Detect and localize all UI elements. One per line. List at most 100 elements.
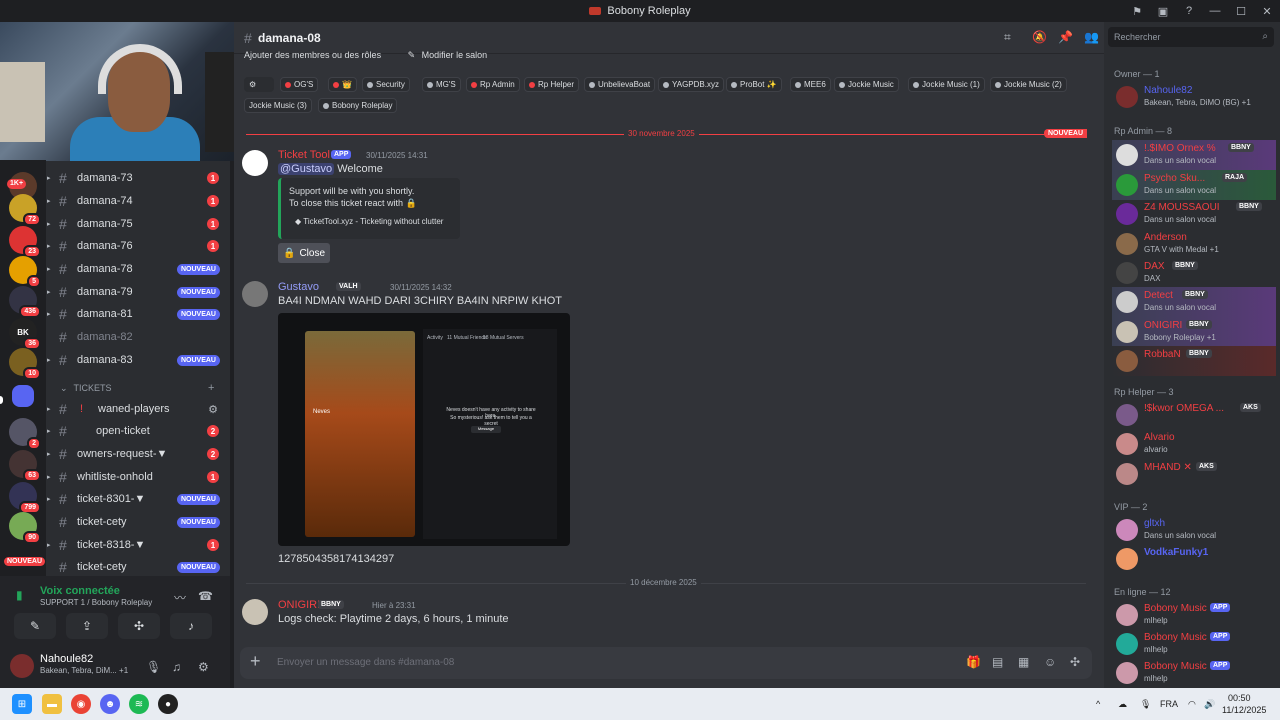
channel-item[interactable]: ▸ # damana-79 NOUVEAU [46,281,230,303]
channel-item[interactable]: # damana-82 [46,326,230,348]
search-icon[interactable]: ⌕ [1262,31,1268,42]
obs-icon[interactable]: ● [158,694,178,714]
role-chip[interactable]: UnbelievaBoat [584,77,656,92]
pin-icon[interactable]: 📌 [1058,30,1073,44]
server-icon[interactable]: 5 [9,256,41,288]
member-item[interactable]: Bobony Music APP mlhelp [1112,658,1276,688]
category-tickets[interactable]: ⌄ TICKETS + [60,382,214,394]
channel-item[interactable]: ▸ # damana-75 1 [46,213,230,235]
search-input[interactable]: Rechercher ⌕ [1108,27,1274,47]
chevron-up-icon[interactable]: ^ [1096,699,1100,709]
server-icon[interactable]: 23 [9,226,41,258]
channel-item[interactable]: ▸ # damana-76 1 [46,235,230,257]
disconnect-icon[interactable]: ☎ [198,589,213,603]
wifi-icon[interactable]: ◠ [1188,699,1196,710]
language-indicator[interactable]: FRA [1160,699,1178,709]
member-item[interactable]: DAX BBNY DAX [1112,258,1276,288]
role-chip[interactable]: Rp Helper [524,77,580,92]
network-icon[interactable]: ☁ [1118,699,1127,710]
add-channel-icon[interactable]: + [208,382,214,394]
discord-icon[interactable]: ☻ [100,694,120,714]
role-chip[interactable]: Bobony Roleplay [318,98,398,113]
role-chip[interactable]: Jockie Music (1) [908,77,985,92]
activities-button[interactable]: ✣ [118,613,160,639]
threads-icon[interactable]: ⌗ [1004,30,1011,45]
spotify-icon[interactable]: ≋ [129,694,149,714]
role-chip[interactable]: ProBot ✨ [726,77,782,92]
volume-icon[interactable]: 🔊 [1204,699,1215,710]
camera-button[interactable]: ✎ [14,613,56,639]
member-item[interactable]: Nahoule82 Bakean, Tebra, DiMO (BG) +1 [1112,82,1276,112]
settings-icon[interactable]: ⚙ [208,403,218,416]
channel-item[interactable]: ▸ # damana-78 NOUVEAU [46,258,230,280]
channel-item[interactable]: ▸ # damana-73 1 [46,167,230,189]
avatar[interactable] [242,150,268,176]
emoji-icon[interactable]: ☺ [1044,655,1056,669]
server-icon[interactable]: 436 [9,286,41,318]
noise-suppression-icon[interactable]: 〰 [174,589,186,606]
role-chip[interactable]: Security [362,77,410,92]
avatar[interactable] [10,654,34,678]
role-chip[interactable]: MEE6 [790,77,831,92]
channel-item[interactable]: ▸ # ticket-8301-▼ NOUVEAU [46,488,230,510]
member-item[interactable]: Alvario alvario [1112,429,1276,459]
role-chip[interactable]: 👑 [328,77,357,92]
member-item[interactable]: !.$IMO Ornex % BBNY Dans un salon vocal [1112,140,1276,170]
avatar[interactable] [242,599,268,625]
minimize-button[interactable]: — [1202,0,1228,22]
channel-item[interactable]: ▸ #! waned-players ⚙ [46,398,230,420]
soundboard-button[interactable]: ♪ [170,613,212,639]
add-attachment-icon[interactable]: + [250,651,261,672]
channel-item[interactable]: ▸ # ticket-8318-▼ 1 [46,534,230,556]
server-icon[interactable]: BK 36 [9,318,41,350]
members-icon[interactable]: 👥 [1084,30,1099,44]
member-item[interactable]: RobbaN BBNY [1112,346,1276,376]
screen-share-button[interactable]: ⇪ [66,613,108,639]
server-icon[interactable]: 63 [9,450,41,482]
voice-channel[interactable]: SUPPORT 1 / Bobony Roleplay [40,598,152,607]
gift-icon[interactable]: 🎁 [966,655,981,669]
message-composer[interactable]: + Envoyer un message dans #damana-08 🎁 ▤… [240,647,1092,679]
headphones-icon[interactable]: ♫ [172,660,181,674]
server-icon[interactable]: 10 [9,348,41,380]
channel-item[interactable]: ▸ # whitliste-onhold 1 [46,466,230,488]
sticker-icon[interactable]: ▦ [1018,655,1029,669]
member-item[interactable]: Psycho Sku... RAJA Dans un salon vocal [1112,170,1276,200]
server-icon[interactable]: 2 [9,418,41,450]
message-author[interactable]: Ticket Tool [278,149,330,161]
server-icon[interactable]: 799 [9,482,41,514]
clock-date[interactable]: 11/12/2025 [1222,705,1266,715]
role-chip[interactable]: YAGPDB.xyz [658,77,724,92]
chrome-icon[interactable]: ◉ [71,694,91,714]
role-chip[interactable]: Rp Admin [466,77,520,92]
channel-item[interactable]: ▸ # damana-81 NOUVEAU [46,303,230,325]
member-item[interactable]: Bobony Music APP mlhelp [1112,600,1276,630]
member-item[interactable]: gltxh Dans un salon vocal [1112,515,1276,545]
help-icon[interactable]: ? [1176,0,1202,22]
maximize-button[interactable]: ☐ [1228,0,1254,22]
avatar[interactable] [242,281,268,307]
screen-icon[interactable]: ▣ [1150,0,1176,22]
role-chip[interactable]: MG'S [422,77,461,92]
clock-time[interactable]: 00:50 [1228,693,1251,703]
edit-channel-link[interactable]: Modifier le salon [422,50,488,60]
file-explorer-icon[interactable]: ▬ [42,694,62,714]
member-item[interactable]: !$kwor ΟΜΕGΑ ... AKS [1112,400,1276,430]
channel-item[interactable]: ▸ # open-ticket 2 [46,420,230,442]
role-chip[interactable]: Jockie Music [834,77,899,92]
server-icon[interactable]: 72 [9,194,41,226]
add-members-link[interactable]: Ajouter des membres ou des rôles [244,50,381,60]
notifications-icon[interactable]: 🔕 [1032,30,1047,44]
user-mention[interactable]: @Gustavo [278,163,335,175]
member-item[interactable]: MHAND ✕ AKS [1112,459,1276,489]
apps-icon[interactable]: ✣ [1070,655,1080,669]
role-chip[interactable]: OG'S [280,77,319,92]
member-item[interactable]: Z4 MOUSSAOUI BBNY Dans un salon vocal [1112,199,1276,229]
close-window-button[interactable]: ✕ [1254,0,1280,22]
member-item[interactable]: VodkaFunky1 [1112,544,1276,574]
message-author[interactable]: Gustavo [278,281,319,293]
folder-icon[interactable] [12,385,34,407]
composer-placeholder[interactable]: Envoyer un message dans #damana-08 [277,657,454,668]
close-ticket-button[interactable]: 🔒 Close [278,243,330,263]
inbox-icon[interactable]: ⚑ [1124,0,1150,22]
